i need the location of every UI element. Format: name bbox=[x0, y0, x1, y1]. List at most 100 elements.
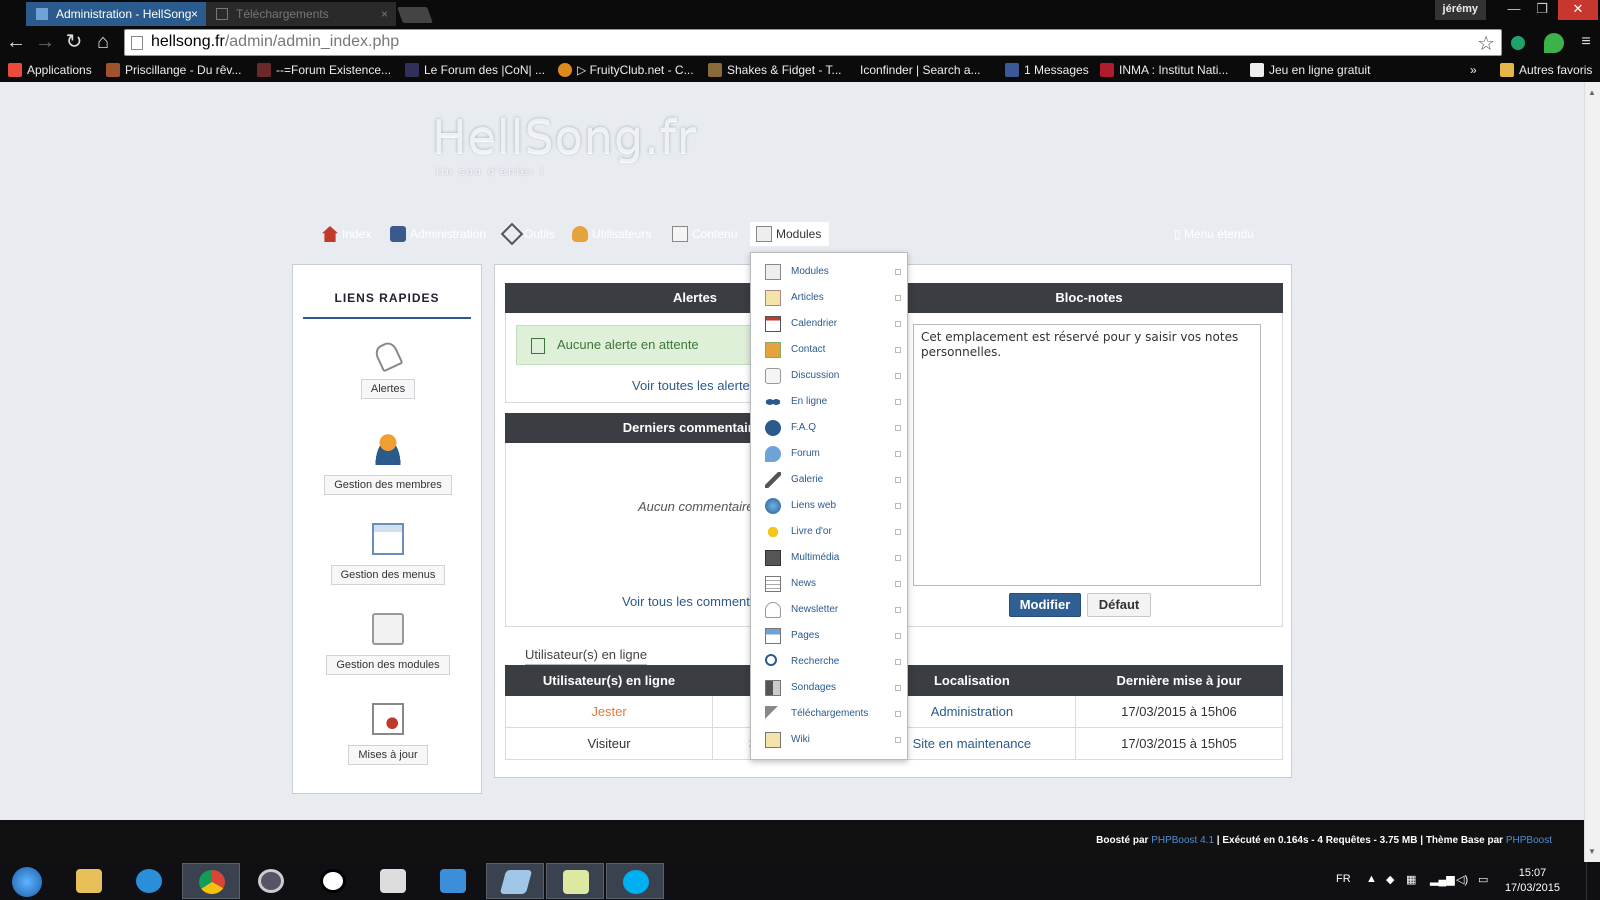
all-alerts-link[interactable]: Voir toutes les alertes bbox=[632, 378, 756, 393]
start-button[interactable] bbox=[0, 863, 54, 899]
taskbar-ie[interactable] bbox=[120, 863, 178, 899]
modify-button[interactable]: Modifier bbox=[1009, 593, 1081, 617]
dropdown-item-livre-dor[interactable]: Livre d'or bbox=[751, 519, 909, 545]
menu-contenu[interactable]: Contenu bbox=[672, 222, 737, 246]
dropdown-item-galerie[interactable]: Galerie bbox=[751, 467, 909, 493]
taskbar-app[interactable] bbox=[242, 863, 300, 899]
bookmark-facebook[interactable]: 1 Messages bbox=[1005, 62, 1089, 78]
dropdown-item-news[interactable]: News bbox=[751, 571, 909, 597]
bookmark-other[interactable]: Autres favoris bbox=[1500, 62, 1592, 78]
theme-link[interactable]: PHPBoost bbox=[1506, 835, 1552, 846]
users-icon bbox=[572, 226, 588, 242]
bookmark-jeu[interactable]: Jeu en ligne gratuit bbox=[1250, 62, 1370, 78]
close-window-button[interactable]: ✕ bbox=[1558, 0, 1598, 20]
menu-utilisateurs[interactable]: Utilisateurs bbox=[572, 222, 651, 246]
notes-textarea[interactable]: Cet emplacement est réservé pour y saisi… bbox=[913, 324, 1261, 586]
phpboost-link[interactable]: PHPBoost 4.1 bbox=[1151, 835, 1214, 846]
close-icon[interactable]: × bbox=[191, 2, 198, 26]
tray-expand-icon[interactable]: ▲ bbox=[1366, 873, 1377, 885]
taskbar-steam[interactable] bbox=[304, 863, 362, 899]
show-desktop-button[interactable] bbox=[1586, 862, 1600, 900]
close-icon[interactable]: × bbox=[381, 2, 388, 26]
dropdown-item-telechargements[interactable]: Téléchargements bbox=[751, 701, 909, 727]
home-icon[interactable]: ⌂ bbox=[91, 30, 115, 54]
taskbar-notes[interactable] bbox=[486, 863, 544, 899]
checkbox-icon bbox=[895, 347, 901, 353]
dropdown-item-faq[interactable]: F.A.Q bbox=[751, 415, 909, 441]
dropdown-item-en-ligne[interactable]: En ligne bbox=[751, 389, 909, 415]
dropdown-item-recherche[interactable]: Recherche bbox=[751, 649, 909, 675]
signal-icon[interactable]: ▂▄▆ bbox=[1430, 873, 1455, 886]
bookmark-shakes[interactable]: Shakes & Fidget - T... bbox=[708, 62, 842, 78]
bookmark-apps[interactable]: Applications bbox=[8, 62, 92, 78]
battery-icon[interactable]: ▭ bbox=[1478, 873, 1488, 886]
calendar-icon bbox=[765, 316, 781, 332]
reload-icon[interactable]: ↻ bbox=[62, 30, 86, 54]
bookmark-iconfinder[interactable]: Iconfinder | Search a... bbox=[860, 62, 981, 78]
ie-icon bbox=[136, 869, 162, 893]
bookmark-existence[interactable]: --=Forum Existence... bbox=[257, 62, 391, 78]
bookmark-priscillange[interactable]: Priscillange - Du rêv... bbox=[106, 62, 241, 78]
taskbar-explorer[interactable] bbox=[60, 863, 118, 899]
bookmarks-more[interactable]: » bbox=[1470, 62, 1477, 78]
language-indicator[interactable]: FR bbox=[1336, 873, 1351, 885]
menu-administration[interactable]: Administration bbox=[390, 222, 486, 246]
quicklink-menus[interactable]: Gestion des menus bbox=[293, 523, 483, 585]
taskbar-amazon[interactable] bbox=[364, 863, 422, 899]
bookmark-fruityclub[interactable]: ▷ FruityClub.net - C... bbox=[558, 62, 694, 78]
dropbox-icon[interactable]: ◆ bbox=[1386, 873, 1394, 886]
taskbar-skype[interactable] bbox=[606, 863, 664, 899]
maximize-button[interactable]: ❐ bbox=[1528, 0, 1556, 20]
taskbar-chrome[interactable] bbox=[182, 863, 240, 899]
checkbox-icon bbox=[895, 529, 901, 535]
dropdown-item-pages[interactable]: Pages bbox=[751, 623, 909, 649]
default-button[interactable]: Défaut bbox=[1087, 593, 1151, 617]
tab-administration[interactable]: Administration - HellSong × bbox=[26, 2, 206, 26]
site-logo[interactable]: HellSong.fr bbox=[432, 110, 697, 164]
dropdown-item-modules[interactable]: Modules bbox=[751, 259, 909, 285]
minimize-button[interactable]: — bbox=[1500, 0, 1528, 20]
extension-icon[interactable] bbox=[1508, 33, 1528, 53]
tab-telechargements[interactable]: Téléchargements × bbox=[206, 2, 396, 26]
dropdown-item-discussion[interactable]: Discussion bbox=[751, 363, 909, 389]
quicklink-alertes[interactable]: Alertes bbox=[293, 339, 483, 399]
new-tab-button[interactable] bbox=[397, 7, 433, 23]
dropdown-item-articles[interactable]: Articles bbox=[751, 285, 909, 311]
evernote-icon[interactable] bbox=[1544, 33, 1564, 53]
menu-icon[interactable]: ≡ bbox=[1576, 30, 1596, 54]
dropdown-item-newsletter[interactable]: Newsletter bbox=[751, 597, 909, 623]
alert-bell-icon bbox=[372, 339, 404, 373]
dropdown-item-forum[interactable]: Forum bbox=[751, 441, 909, 467]
system-clock[interactable]: 15:07 17/03/2015 bbox=[1505, 866, 1560, 896]
quicklink-modules[interactable]: Gestion des modules bbox=[293, 613, 483, 675]
forward-icon[interactable]: → bbox=[33, 30, 57, 54]
bookmark-inma[interactable]: INMA : Institut Nati... bbox=[1100, 62, 1228, 78]
dropdown-item-calendrier[interactable]: Calendrier bbox=[751, 311, 909, 337]
network-icon[interactable]: ▦ bbox=[1406, 873, 1416, 886]
taskbar-store[interactable] bbox=[424, 863, 482, 899]
alert-success: Aucune alerte en attente bbox=[516, 325, 766, 365]
bookmark-star-icon[interactable]: ☆ bbox=[1477, 31, 1495, 56]
profile-user[interactable]: jérémy bbox=[1434, 0, 1486, 20]
dropdown-item-multimedia[interactable]: Multimédia bbox=[751, 545, 909, 571]
user-link[interactable]: Jester bbox=[504, 695, 714, 728]
quicklink-majs[interactable]: Mises à jour bbox=[293, 703, 483, 765]
folder-icon bbox=[76, 869, 102, 893]
bookmark-con[interactable]: Le Forum des |CoN| ... bbox=[405, 62, 545, 78]
dropdown-item-liens-web[interactable]: Liens web bbox=[751, 493, 909, 519]
menu-extended-toggle[interactable]: ▯ Menu étendu bbox=[1174, 222, 1254, 246]
address-bar[interactable]: hellsong.fr/admin/admin_index.php ☆ bbox=[124, 29, 1502, 56]
page-scrollbar[interactable]: ▲ ▼ bbox=[1584, 82, 1600, 862]
menu-modules[interactable]: Modules bbox=[750, 222, 830, 246]
volume-icon[interactable]: ◁) bbox=[1456, 873, 1468, 886]
dropdown-item-contact[interactable]: Contact bbox=[751, 337, 909, 363]
quicklink-membres[interactable]: Gestion des membres bbox=[293, 433, 483, 495]
scroll-down-icon[interactable]: ▼ bbox=[1588, 847, 1596, 856]
back-icon[interactable]: ← bbox=[4, 30, 28, 54]
scroll-up-icon[interactable]: ▲ bbox=[1588, 88, 1596, 97]
dropdown-item-wiki[interactable]: Wiki bbox=[751, 727, 909, 753]
menu-outils[interactable]: Outils bbox=[500, 222, 555, 246]
menu-index[interactable]: Index bbox=[322, 222, 371, 246]
taskbar-notepad[interactable] bbox=[546, 863, 604, 899]
dropdown-item-sondages[interactable]: Sondages bbox=[751, 675, 909, 701]
